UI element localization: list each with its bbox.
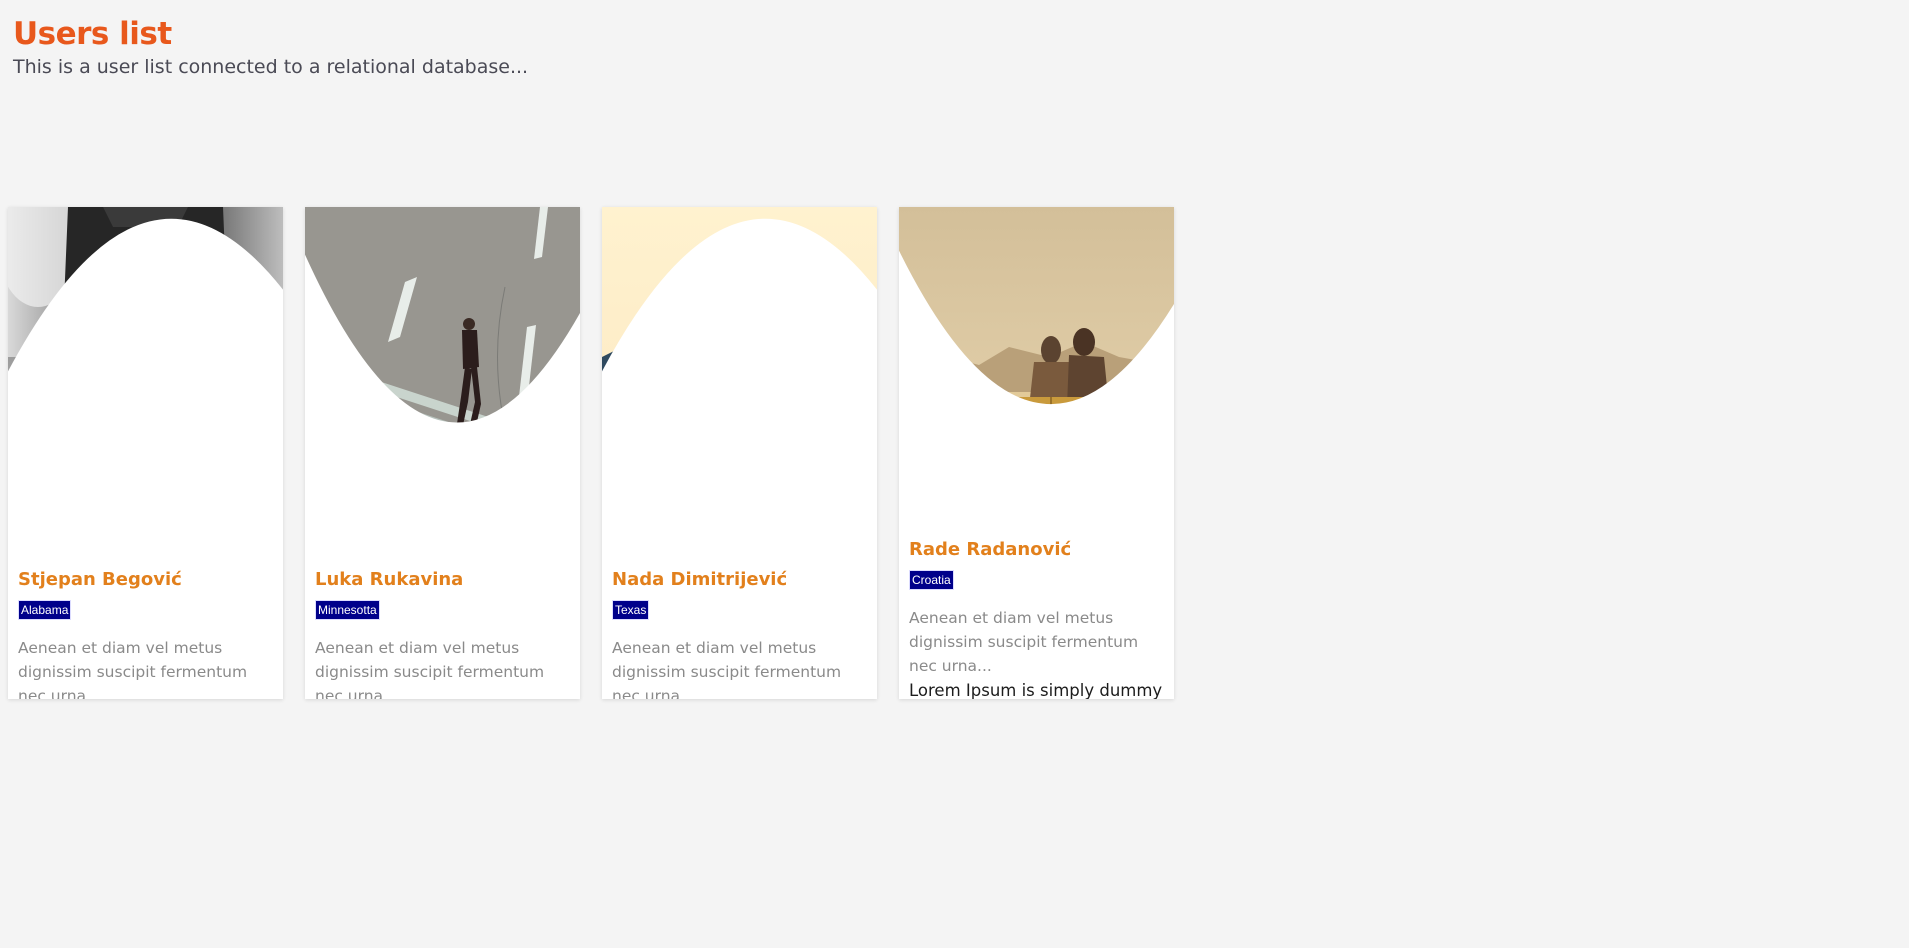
user-card[interactable]: Nada Dimitrijević Texas Aenean et diam v… bbox=[602, 207, 877, 699]
user-state-badge: Croatia bbox=[909, 570, 954, 590]
user-description: Aenean et diam vel metus dignissim susci… bbox=[18, 639, 248, 699]
user-photo bbox=[899, 207, 1174, 527]
page-header: Users list This is a user list connected… bbox=[13, 16, 528, 78]
user-state-badge: Alabama bbox=[18, 600, 72, 620]
user-name[interactable]: Stjepan Begović bbox=[18, 569, 182, 590]
page-subtitle: This is a user list connected to a relat… bbox=[13, 56, 529, 78]
user-card[interactable]: Stjepan Begović Alabama Aenean et diam v… bbox=[8, 207, 283, 699]
user-card-list: Stjepan Begović Alabama Aenean et diam v… bbox=[8, 207, 1174, 699]
user-description: Aenean et diam vel metus dignissim susci… bbox=[612, 639, 842, 699]
user-photo bbox=[8, 207, 283, 557]
user-card[interactable]: Rade Radanović Croatia Aenean et diam ve… bbox=[899, 207, 1174, 699]
user-state-badge: Minnesotta bbox=[315, 600, 380, 620]
user-description: Aenean et diam vel metus dignissim susci… bbox=[909, 609, 1139, 675]
user-photo bbox=[602, 207, 877, 557]
page-title: Users list bbox=[13, 16, 172, 52]
user-card[interactable]: Luka Rukavina Minnesotta Aenean et diam … bbox=[305, 207, 580, 699]
card-wave-divider bbox=[305, 254, 580, 557]
user-name[interactable]: Rade Radanović bbox=[909, 539, 1071, 560]
user-state-badge: Texas bbox=[612, 600, 650, 620]
card-wave-divider bbox=[602, 218, 877, 557]
user-description: Aenean et diam vel metus dignissim susci… bbox=[315, 639, 545, 699]
user-extra-text: Lorem Ipsum is simply dummy text of the … bbox=[909, 681, 1163, 699]
user-photo bbox=[305, 207, 580, 557]
card-wave-divider bbox=[8, 218, 283, 557]
card-wave-divider bbox=[899, 250, 1174, 527]
user-name[interactable]: Luka Rukavina bbox=[315, 569, 463, 590]
user-name[interactable]: Nada Dimitrijević bbox=[612, 569, 787, 590]
